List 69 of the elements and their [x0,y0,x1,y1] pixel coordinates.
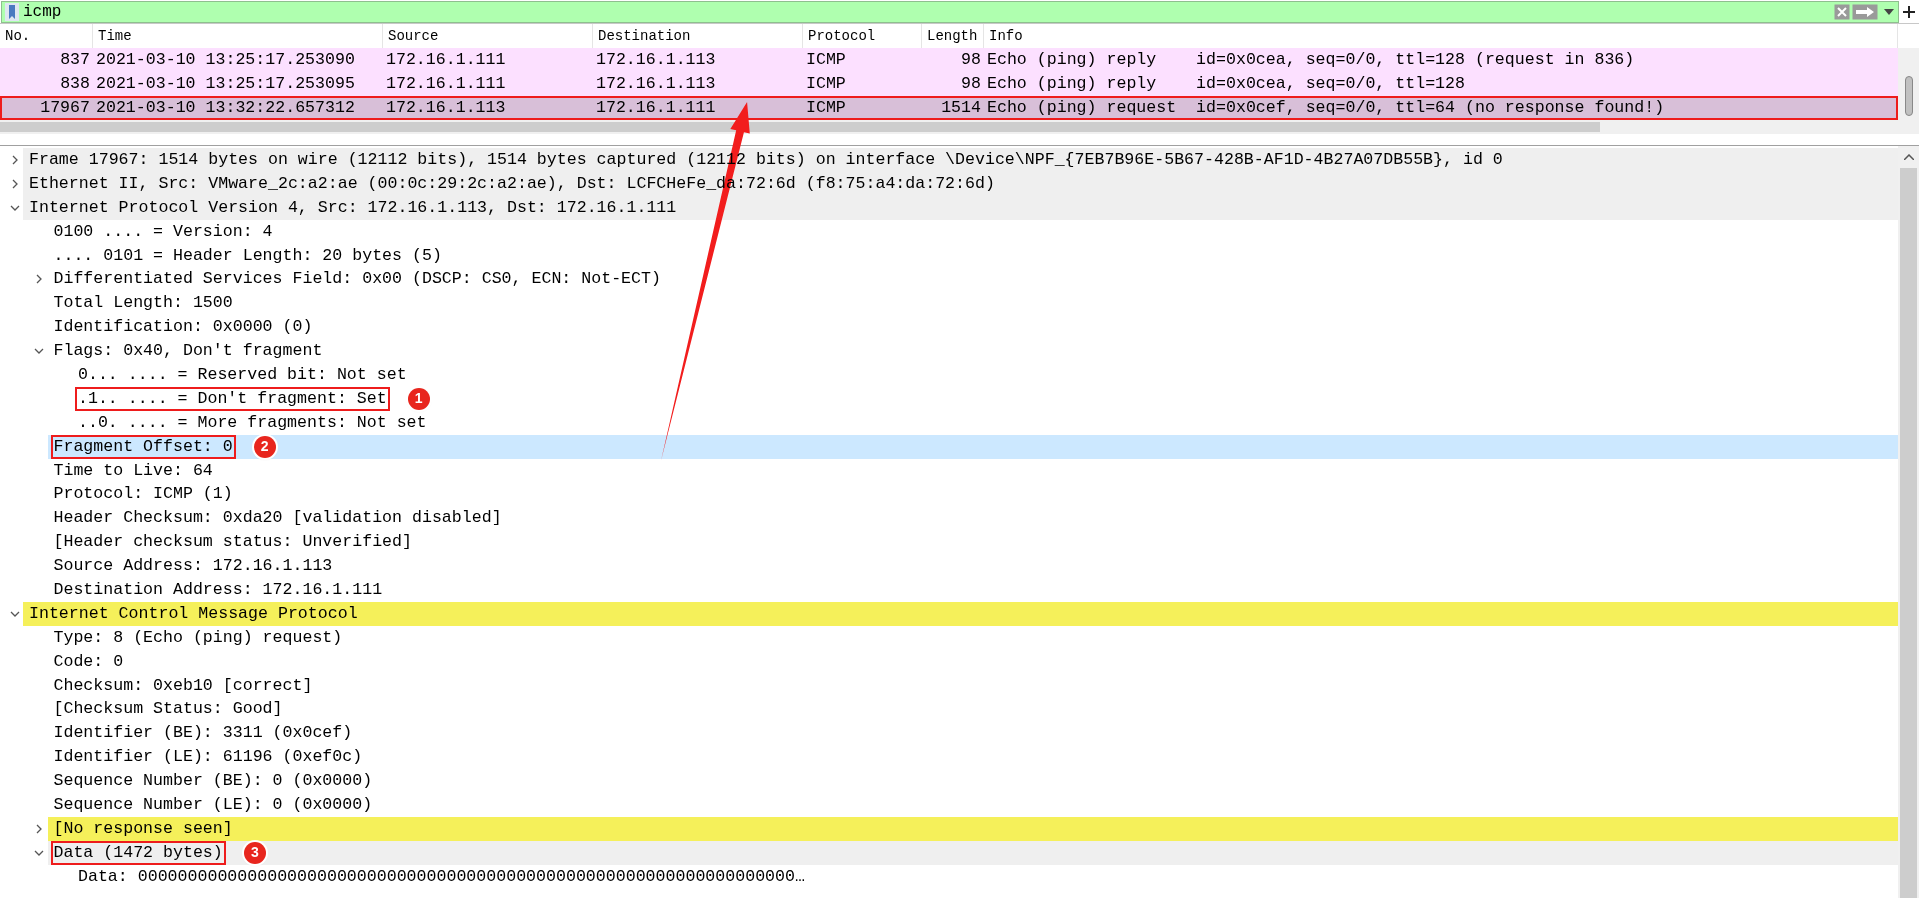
tree-item[interactable]: ..0. .... = More fragments: Not set [75,410,430,435]
tree-item[interactable]: Flags: 0x40, Don't fragment [50,339,326,364]
callout-number: 1 [407,387,430,410]
table-cell-text: 17967 [39,96,91,119]
table-cell-text: Echo (ping) reply id=0x0cea, seq=0/0, ttl=128 [986,72,1466,95]
table-cell-text: 172.16.1.111 [385,72,507,95]
tree-item[interactable]: 0100 .... = Version: 4 [50,219,276,244]
table-cell-text: ICMP [805,48,847,71]
tree-item[interactable]: Time to Live: 64 [50,458,216,483]
tree-item[interactable]: Fragment Offset: 0 [50,434,236,459]
tree-item[interactable]: Internet Protocol Version 4, Src: 172.16.1.113, Dst: 172.16.1.111 [26,195,680,220]
bookmark-icon[interactable] [5,2,19,21]
table-cell-text: 172.16.1.113 [595,48,717,71]
clear-icon[interactable] [1834,3,1850,20]
tree-item[interactable]: Data (1472 bytes) [50,840,226,865]
table-cell-text: Echo (ping) request id=0x0cef, seq=0/0, ttl=64 (no response found!) [986,96,1666,119]
packet-row[interactable]: 17967 2021-03-10 13:32:22.657312 172.16.1.113 172.16.1.111 ICMP 1514 Echo (ping) request id=0x0cef, seq=0/0, ttl=64 (no response found!) [0,96,1898,120]
table-cell-text: 98 [960,72,982,95]
table-cell-text: Echo (ping) reply id=0x0cea, seq=0/0, ttl=128 (request in 836) [986,48,1636,71]
tree-item[interactable]: Sequence Number (BE): 0 (0x0000) [50,769,376,794]
scrollbar-thumb[interactable] [1900,168,1917,898]
scrollbar[interactable] [1898,146,1919,898]
table-cell-text: 172.16.1.113 [385,96,507,119]
table-cell-text: 172.16.1.113 [595,72,717,95]
tree-item[interactable]: .1.. .... = Don't fragment: Set [75,386,390,411]
table-cell-text: 172.16.1.111 [385,48,507,71]
tree-item[interactable]: Checksum: 0xeb10 [correct] [50,673,316,698]
scrollbar[interactable] [1898,48,1919,120]
filter-field[interactable]: icmp [1,0,1899,23]
tree-item[interactable]: Total Length: 1500 [50,291,236,316]
table-cell-text: 838 [59,72,91,95]
dropdown-caret-icon[interactable] [1884,8,1894,15]
tree-item[interactable]: [No response seen] [50,816,236,841]
table-cell-text: 2021-03-10 13:25:17.253095 [95,72,356,95]
tree-item[interactable]: Source Address: 172.16.1.113 [50,554,336,579]
callout-number: 3 [243,841,266,864]
table-cell-text: 2021-03-10 13:32:22.657312 [95,96,356,119]
tree-item[interactable]: Destination Address: 172.16.1.111 [50,578,386,602]
tree-item[interactable]: 0... .... = Reserved bit: Not set [75,362,410,387]
tree-item[interactable]: Type: 8 (Echo (ping) request) [50,625,346,650]
tree-item[interactable]: Code: 0 [50,649,127,674]
tree-item[interactable]: Sequence Number (LE): 0 (0x0000) [50,793,376,817]
table-cell-text: 2021-03-10 13:25:17.253090 [95,48,356,71]
packet-row[interactable]: 837 2021-03-10 13:25:17.253090 172.16.1.111 172.16.1.113 ICMP 98 Echo (ping) reply id=0x0cea, seq=0/0, ttl=128 (request in 836) [0,48,1898,72]
collapsed-chevron-icon[interactable] [34,274,44,285]
tree-item[interactable]: Header Checksum: 0xda20 [validation disabled] [50,506,505,531]
packet-row[interactable]: 838 2021-03-10 13:25:17.253095 172.16.1.111 172.16.1.113 ICMP 98 Echo (ping) reply id=0x0cea, seq=0/0, ttl=128 [0,72,1898,96]
tree-item[interactable]: .... 0101 = Header Length: 20 bytes (5) [50,243,445,268]
collapsed-chevron-icon[interactable] [34,823,44,834]
table-cell-text: ICMP [805,96,847,119]
table-cell-text: 1514 [940,96,982,119]
table-cell-text: 837 [59,48,91,71]
tree-item[interactable]: Identification: 0x0000 (0) [50,315,316,340]
table-cell-text: 172.16.1.111 [595,96,717,119]
table-cell-text: 98 [960,48,982,71]
tree-item[interactable]: Data: 000000000000000000000000000000000000000000000000000000000000000000… [75,864,808,889]
callout-number: 2 [253,435,276,458]
tree-item[interactable]: Identifier (LE): 61196 (0xef0c) [50,745,366,770]
scrollbar-thumb[interactable] [0,122,1600,132]
table-cell-text: ICMP [805,72,847,95]
scrollbar-thumb[interactable] [1904,76,1913,116]
tree-item[interactable]: [Header checksum status: Unverified] [50,530,415,555]
tree-item[interactable]: [Checksum Status: Good] [50,697,286,722]
tree-item[interactable]: Internet Control Message Protocol [26,601,361,626]
add-icon[interactable] [1903,5,1915,18]
tree-item[interactable]: Identifier (BE): 3311 (0x0cef) [50,721,356,746]
scroll-up-icon[interactable] [1903,154,1914,160]
tree-item[interactable]: Protocol: ICMP (1) [50,482,236,507]
tree-item[interactable]: Differentiated Services Field: 0x00 (DSCP: CS0, ECN: Not-ECT) [50,267,664,292]
